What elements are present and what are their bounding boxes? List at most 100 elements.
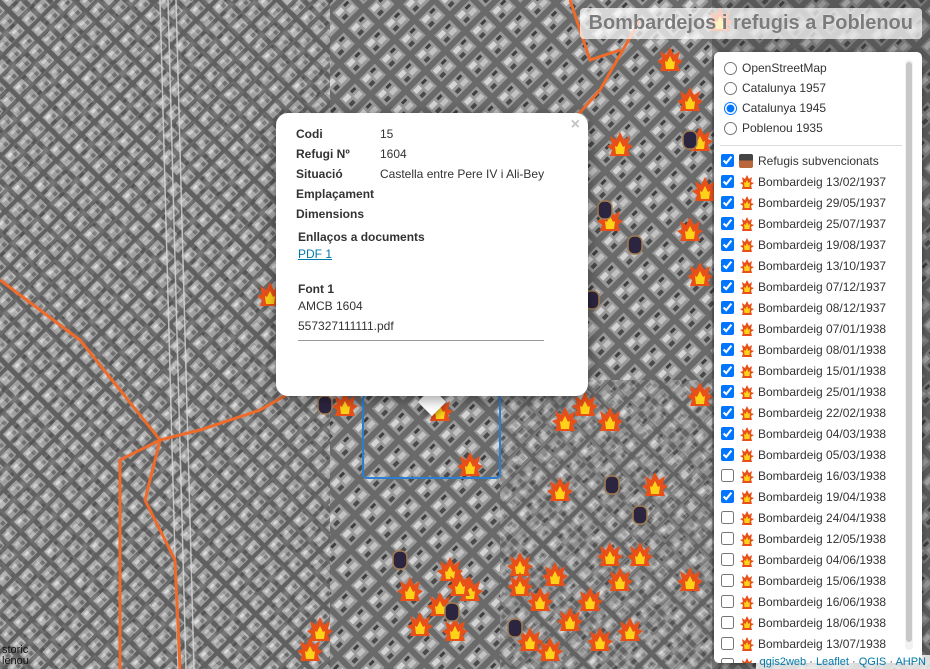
fire-icon: [740, 573, 754, 588]
shelter-marker: [597, 200, 613, 220]
overlay-layer-label: Bombardeig 04/06/1938: [758, 552, 887, 567]
overlay-layer-checkbox[interactable]: [721, 616, 734, 629]
base-layer-option[interactable]: Catalunya 1957: [724, 78, 912, 98]
close-icon[interactable]: ×: [571, 116, 580, 134]
overlay-layer-option[interactable]: Bombardeig 25/07/1937: [721, 213, 912, 234]
overlay-layer-checkbox[interactable]: [721, 364, 734, 377]
overlay-layer-checkbox[interactable]: [721, 490, 734, 503]
overlay-layer-option[interactable]: Bombardeig 07/01/1938: [721, 318, 912, 339]
overlay-layer-label: Bombardeig 24/04/1938: [758, 510, 887, 525]
documents-label: Enllaços a documents: [298, 230, 425, 244]
base-layer-radio[interactable]: [724, 61, 737, 75]
base-layer-radio[interactable]: [724, 121, 737, 135]
qgis-link[interactable]: QGIS: [859, 656, 887, 668]
documents-section: Enllaços a documents PDF 1: [298, 230, 425, 261]
overlay-layer-checkbox[interactable]: [721, 595, 734, 608]
overlay-layer-checkbox[interactable]: [721, 175, 734, 188]
fire-icon: [740, 615, 754, 630]
leaflet-link[interactable]: Leaflet: [816, 656, 849, 668]
overlay-layer-option[interactable]: Bombardeig 15/06/1938: [721, 570, 912, 591]
overlay-layer-option[interactable]: Bombardeig 13/02/1937: [721, 171, 912, 192]
overlay-layer-checkbox[interactable]: [721, 196, 734, 209]
overlay-layer-checkbox[interactable]: [721, 406, 734, 419]
overlay-layer-label: Bombardeig 16/06/1938: [758, 594, 887, 609]
overlay-layer-option[interactable]: Bombardeig 16/06/1938: [721, 591, 912, 612]
overlay-layer-option[interactable]: Bombardeig 29/05/1937: [721, 192, 912, 213]
overlay-layer-checkbox[interactable]: [721, 301, 734, 314]
fire-icon: [740, 237, 754, 252]
overlay-layer-label: Bombardeig 25/07/1937: [758, 216, 887, 231]
overlay-layer-option[interactable]: Bombardeig 08/01/1938: [721, 339, 912, 360]
field-value: [380, 187, 544, 207]
overlay-layer-label: Bombardeig 05/03/1938: [758, 447, 887, 462]
overlay-layer-label: Bombardeig 08/01/1938: [758, 342, 887, 357]
overlay-layer-option[interactable]: Bombardeig 07/12/1937: [721, 276, 912, 297]
overlay-layer-option[interactable]: Bombardeig 04/03/1938: [721, 423, 912, 444]
pdf-link[interactable]: PDF 1: [298, 247, 332, 261]
overlay-layer-checkbox[interactable]: [721, 259, 734, 272]
popup-row: Emplaçament: [296, 187, 544, 207]
overlay-layer-checkbox[interactable]: [721, 469, 734, 482]
overlay-layer-label: Bombardeig 18/06/1938: [758, 615, 887, 630]
qgis2web-link[interactable]: qgis2web: [760, 656, 806, 668]
overlay-layer-checkbox[interactable]: [721, 238, 734, 251]
fire-icon: [740, 321, 754, 336]
overlay-layer-checkbox[interactable]: [721, 280, 734, 293]
overlay-layer-label: Refugis subvencionats: [758, 153, 879, 168]
overlay-layer-checkbox[interactable]: [721, 154, 734, 167]
overlay-layer-checkbox[interactable]: [721, 385, 734, 398]
field-value: 15: [380, 127, 394, 141]
overlay-layer-label: Bombardeig 19/08/1937: [758, 237, 887, 252]
ahpn-link[interactable]: AHPN: [895, 656, 926, 668]
base-layer-label: Catalunya 1957: [742, 81, 827, 95]
shelter-marker: [627, 235, 643, 255]
shelter-marker: [604, 475, 620, 495]
base-layer-label: Catalunya 1945: [742, 101, 827, 115]
overlay-layer-checkbox[interactable]: [721, 427, 734, 440]
overlay-layer-label: Bombardeig 19/04/1938: [758, 489, 887, 504]
overlay-layer-option[interactable]: Bombardeig 15/01/1938: [721, 360, 912, 381]
overlay-layer-option[interactable]: Bombardeig 12/05/1938: [721, 528, 912, 549]
overlay-layer-option[interactable]: Bombardeig 24/04/1938: [721, 507, 912, 528]
map-title: Bombardejos i refugis a Poblenou: [579, 8, 922, 39]
base-layer-radio[interactable]: [724, 101, 737, 115]
popup-row: Dimensions: [296, 207, 544, 227]
overlay-layer-option[interactable]: Bombardeig 18/06/1938: [721, 612, 912, 633]
field-key: Dimensions: [296, 207, 365, 221]
overlay-layer-checkbox[interactable]: [721, 448, 734, 461]
overlay-layer-checkbox[interactable]: [721, 532, 734, 545]
overlay-layer-label: Bombardeig 15/01/1938: [758, 363, 887, 378]
scrollbar-thumb[interactable]: [906, 62, 912, 642]
overlay-layer-option[interactable]: Refugis subvencionats: [721, 150, 912, 171]
overlay-layer-checkbox[interactable]: [721, 217, 734, 230]
base-layer-option[interactable]: Catalunya 1945: [724, 98, 912, 118]
fire-icon: [740, 552, 754, 567]
overlay-layer-option[interactable]: Bombardeig 25/01/1938: [721, 381, 912, 402]
overlay-layer-option[interactable]: Bombardeig 04/06/1938: [721, 549, 912, 570]
overlay-layer-option[interactable]: Bombardeig 16/03/1938: [721, 465, 912, 486]
overlay-layer-checkbox[interactable]: [721, 343, 734, 356]
shelter-icon: [739, 153, 753, 168]
source-section: Font 1 AMCB 1604 557327111111.pdf: [298, 282, 544, 341]
overlay-layer-option[interactable]: Bombardeig 08/12/1937: [721, 297, 912, 318]
overlay-layer-checkbox[interactable]: [721, 322, 734, 335]
overlay-layer-option[interactable]: Bombardeig 13/07/1938: [721, 633, 912, 654]
overlay-layer-checkbox[interactable]: [721, 637, 734, 650]
fire-icon: [740, 447, 754, 462]
overlay-layer-option[interactable]: Bombardeig 19/08/1937: [721, 234, 912, 255]
overlay-layer-option[interactable]: Bombardeig 19/04/1938: [721, 486, 912, 507]
overlay-layer-option[interactable]: Bombardeig 05/03/1938: [721, 444, 912, 465]
overlay-layer-checkbox[interactable]: [721, 574, 734, 587]
fire-icon: [740, 363, 754, 378]
overlay-layer-checkbox[interactable]: [721, 511, 734, 524]
overlay-layer-option[interactable]: Bombardeig 22/02/1938: [721, 402, 912, 423]
overlay-layer-option[interactable]: Bombardeig 13/10/1937: [721, 255, 912, 276]
base-layer-option[interactable]: Poblenou 1935: [724, 118, 912, 138]
overlay-layer-checkbox[interactable]: [721, 658, 734, 663]
shelter-marker: [682, 130, 698, 150]
fire-icon: [740, 342, 754, 357]
base-layer-option[interactable]: OpenStreetMap: [724, 58, 912, 78]
overlay-layer-checkbox[interactable]: [721, 553, 734, 566]
base-layer-radio[interactable]: [724, 81, 737, 95]
feature-popup: × Codi 15 Refugi Nº 1604 Situació Castella en…: [276, 113, 588, 396]
